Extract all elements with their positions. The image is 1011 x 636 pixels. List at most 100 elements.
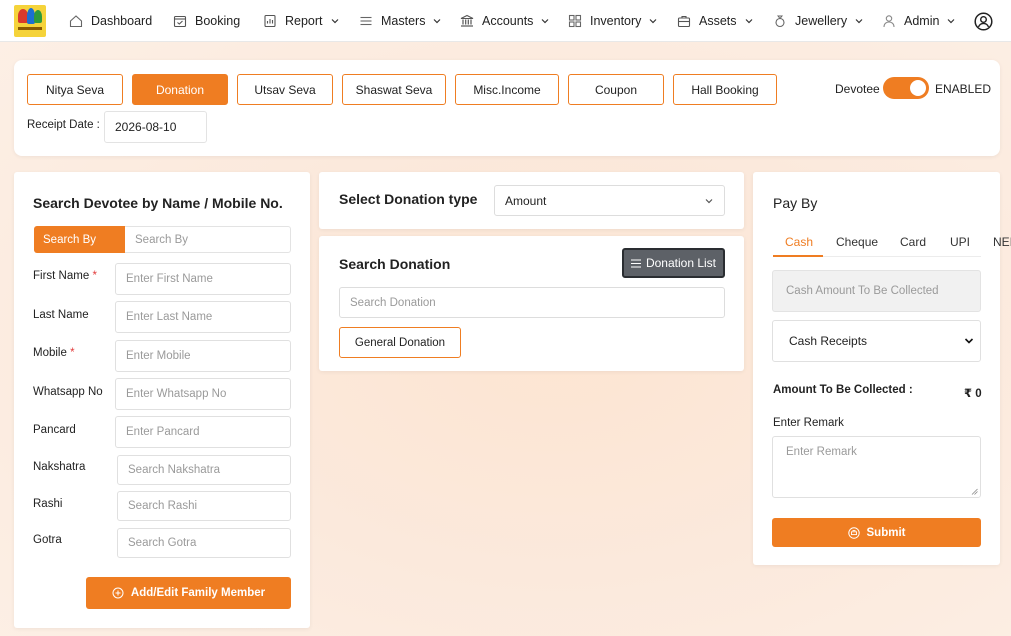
submit-button[interactable]: Submit [772, 518, 981, 547]
pancard-label: Pancard [33, 424, 76, 436]
nav-assets-label: Assets [699, 14, 737, 28]
rashi-field[interactable]: Search Rashi [117, 491, 291, 521]
bank-icon [460, 14, 474, 28]
pay-by-title: Pay By [773, 195, 818, 211]
cash-receipts-value: Cash Receipts [789, 334, 868, 348]
nav-jewellery[interactable]: Jewellery [773, 0, 864, 42]
remark-label: Enter Remark [773, 417, 844, 429]
receipt-date-label: Receipt Date : [27, 119, 100, 131]
pay-tab-active-indicator [773, 255, 823, 257]
nav-booking[interactable]: Booking [173, 0, 240, 42]
whatsapp-field[interactable]: Enter Whatsapp No [115, 378, 291, 410]
last-name-label: Last Name [33, 309, 89, 321]
resize-grip-icon[interactable] [971, 488, 978, 495]
nav-report[interactable]: Report [263, 0, 340, 42]
tab-misc-income[interactable]: Misc.Income [455, 74, 559, 105]
last-name-field[interactable]: Enter Last Name [115, 301, 291, 333]
tab-coupon[interactable]: Coupon [568, 74, 664, 105]
profile-avatar[interactable] [974, 0, 993, 42]
chevron-down-icon [854, 16, 864, 26]
general-donation-button[interactable]: General Donation [339, 327, 461, 358]
temple-logo[interactable] [14, 5, 46, 37]
menu-lines-icon [630, 259, 641, 267]
devotee-toggle-label: Devotee [835, 82, 880, 96]
donation-type-value: Amount [505, 193, 547, 208]
pay-by-panel [753, 172, 1000, 565]
search-devotee-title: Search Devotee by Name / Mobile No. [33, 195, 283, 211]
cash-amount-field[interactable]: Cash Amount To Be Collected [772, 270, 981, 312]
briefcase-icon [677, 14, 691, 28]
pay-tab-upi[interactable]: UPI [950, 235, 970, 249]
pay-tab-neft[interactable]: NEI [993, 235, 1011, 249]
search-donation-input[interactable]: Search Donation [339, 287, 725, 318]
ring-icon [773, 14, 787, 28]
chevron-down-icon [330, 16, 340, 26]
nav-accounts-label: Accounts [482, 14, 534, 28]
tab-donation[interactable]: Donation [132, 74, 228, 105]
chevron-down-icon [964, 338, 974, 344]
first-name-label: First Name * [33, 270, 97, 282]
tab-shaswat-seva[interactable]: Shaswat Seva [342, 74, 446, 105]
pay-tab-cash[interactable]: Cash [785, 235, 813, 249]
chevron-down-icon [744, 16, 754, 26]
toggle-knob [910, 80, 926, 96]
remark-placeholder: Enter Remark [786, 446, 857, 458]
mobile-field[interactable]: Enter Mobile [115, 340, 291, 372]
submit-label: Submit [866, 526, 906, 539]
pay-tab-card[interactable]: Card [900, 235, 926, 249]
chevron-down-icon [648, 16, 658, 26]
nav-masters[interactable]: Masters [359, 0, 442, 42]
receipt-date-input[interactable]: 2026-08-10 [104, 111, 207, 143]
nav-inventory[interactable]: Inventory [568, 0, 658, 42]
tab-nitya-seva[interactable]: Nitya Seva [27, 74, 123, 105]
donation-type-label: Select Donation type [339, 191, 478, 207]
remark-textarea[interactable]: Enter Remark [772, 436, 981, 498]
top-navbar: Dashboard Booking Report Masters Account… [0, 0, 1011, 42]
nav-dashboard[interactable]: Dashboard [69, 0, 152, 42]
devotee-toggle-state: ENABLED [935, 82, 992, 96]
search-donation-title: Search Donation [339, 256, 451, 272]
gotra-field[interactable]: Search Gotra [117, 528, 291, 558]
amount-to-collect-value: ₹ 0 [964, 388, 982, 400]
rashi-label: Rashi [33, 498, 63, 510]
add-edit-family-label: Add/Edit Family Member [130, 587, 266, 599]
plus-circle-icon [112, 587, 124, 599]
nav-inventory-label: Inventory [590, 14, 642, 28]
home-icon [69, 14, 83, 28]
nav-masters-label: Masters [381, 14, 426, 28]
first-name-field[interactable]: Enter First Name [115, 263, 291, 295]
chevron-down-icon [432, 16, 442, 26]
chevron-down-icon [540, 16, 550, 26]
gotra-label: Gotra [33, 534, 62, 546]
nav-dashboard-label: Dashboard [91, 14, 153, 28]
nav-accounts[interactable]: Accounts [460, 0, 550, 42]
inventory-icon [568, 14, 582, 28]
pancard-field[interactable]: Enter Pancard [115, 416, 291, 448]
amount-to-collect-label: Amount To Be Collected : [773, 384, 913, 396]
add-edit-family-button[interactable]: Add/Edit Family Member [86, 577, 291, 609]
nakshatra-field[interactable]: Search Nakshatra [117, 455, 291, 485]
devotee-toggle[interactable] [883, 77, 929, 99]
cash-receipts-select[interactable]: Cash Receipts [772, 320, 981, 362]
nav-jewellery-label: Jewellery [795, 14, 848, 28]
nav-assets[interactable]: Assets [677, 0, 754, 42]
calendar-check-icon [173, 14, 187, 28]
whatsapp-label: Whatsapp No [33, 386, 103, 398]
mobile-label: Mobile * [33, 347, 75, 359]
print-icon [847, 526, 860, 539]
tab-utsav-seva[interactable]: Utsav Seva [237, 74, 333, 105]
search-by-input[interactable]: Search By [125, 226, 291, 253]
pay-tab-cheque[interactable]: Cheque [836, 235, 878, 249]
nakshatra-label: Nakshatra [33, 461, 86, 473]
donation-type-select[interactable]: Amount [494, 185, 725, 216]
list-icon [359, 14, 373, 28]
search-by-tab[interactable]: Search By [34, 226, 125, 253]
donation-list-button[interactable]: Donation List [622, 248, 725, 278]
report-icon [263, 14, 277, 28]
nav-admin[interactable]: Admin [882, 0, 956, 42]
nav-admin-label: Admin [904, 14, 940, 28]
nav-report-label: Report [285, 14, 323, 28]
tab-hall-booking[interactable]: Hall Booking [673, 74, 777, 105]
chevron-down-icon [946, 16, 956, 26]
chevron-down-icon [705, 198, 713, 203]
